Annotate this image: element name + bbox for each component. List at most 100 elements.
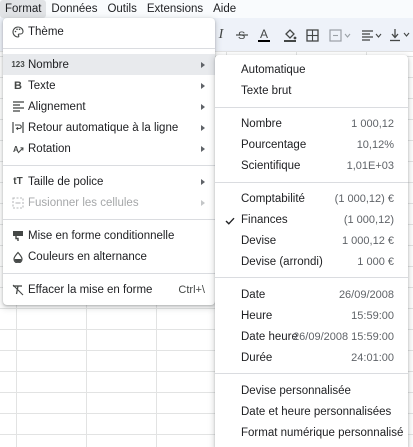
- submenu-arrow-icon: [201, 145, 205, 152]
- menu-divider: [3, 48, 215, 49]
- menu-item-taille-police[interactable]: tT Taille de police: [3, 171, 215, 192]
- menu-item-alignement[interactable]: Alignement: [3, 96, 215, 117]
- number-item-example: 15:59:00: [351, 309, 394, 322]
- number-item-date-heure-personnalisees[interactable]: Date et heure personnalisées: [215, 401, 408, 422]
- text-color-icon[interactable]: A: [256, 26, 272, 44]
- number-item-label: Devise: [241, 234, 277, 247]
- submenu-arrow-icon: [201, 178, 205, 185]
- number-item-example: 1 000,12: [351, 117, 394, 130]
- number-item-label: Automatique: [241, 63, 306, 76]
- menu-divider: [3, 219, 215, 220]
- number-item-label: Comptabilité: [241, 192, 305, 205]
- number-item-example: (1 000,12): [343, 213, 394, 226]
- number-item-label: Scientifique: [241, 159, 301, 172]
- number-format-icon: 123: [11, 60, 25, 69]
- menu-item-label: Couleurs en alternance: [28, 250, 147, 263]
- number-item-label: Format numérique personnalisé: [241, 426, 404, 439]
- menu-item-mise-en-forme-conditionnelle[interactable]: Mise en forme conditionnelle: [3, 225, 215, 246]
- menu-aide[interactable]: Aide: [208, 0, 241, 18]
- number-item-finances[interactable]: Finances (1 000,12): [215, 209, 408, 230]
- text-rotation-icon: A: [12, 143, 24, 155]
- number-item-label: Nombre: [241, 117, 282, 130]
- menu-item-texte[interactable]: B Texte: [3, 75, 215, 96]
- number-item-label: Date heure: [241, 330, 298, 343]
- menu-item-fusionner: Fusionner les cellules: [3, 192, 215, 213]
- number-item-label: Texte brut: [241, 84, 292, 97]
- menu-bar: Format Données Outils Extensions Aide: [0, 0, 413, 18]
- svg-text:S: S: [238, 30, 245, 42]
- menu-donnees[interactable]: Données: [46, 0, 102, 18]
- submenu-arrow-icon: [201, 103, 205, 110]
- italic-icon[interactable]: I: [214, 26, 228, 44]
- menu-item-label: Nombre: [28, 58, 69, 71]
- text-color-glyph: A: [259, 27, 268, 41]
- bold-icon: B: [14, 79, 22, 92]
- number-item-example: 26/09/2008 15:59:00: [293, 330, 394, 343]
- text-wrap-icon: [12, 122, 24, 134]
- align-left-icon: [12, 101, 24, 113]
- strikethrough-icon[interactable]: S: [234, 26, 250, 44]
- submenu-arrow-icon: [201, 82, 205, 89]
- checkmark-icon: [225, 216, 235, 225]
- number-item-label: Heure: [241, 309, 273, 322]
- number-item-texte-brut[interactable]: Texte brut: [215, 80, 408, 101]
- menu-divider: [215, 107, 408, 108]
- menu-item-label: Taille de police: [28, 175, 104, 188]
- menu-item-nombre[interactable]: 123 Nombre: [3, 54, 215, 75]
- text-color-swatch: [258, 40, 270, 42]
- palette-icon: [12, 25, 24, 38]
- number-item-label: Date et heure personnalisées: [241, 405, 392, 418]
- menu-item-couleurs-alternance[interactable]: Couleurs en alternance: [3, 246, 215, 267]
- horizontal-align-icon[interactable]: [360, 26, 384, 44]
- menu-outils[interactable]: Outils: [102, 0, 141, 18]
- menu-item-effacer-mise-en-forme[interactable]: Effacer la mise en forme Ctrl+\: [3, 279, 215, 300]
- menu-divider: [215, 373, 408, 374]
- menu-item-label: Fusionner les cellules: [28, 196, 139, 209]
- number-item-label: Pourcentage: [241, 138, 307, 151]
- number-item-example: 26/09/2008: [338, 288, 394, 301]
- menu-item-rotation[interactable]: A Rotation: [3, 138, 215, 159]
- number-item-devise[interactable]: Devise 1 000,12 €: [215, 230, 408, 251]
- number-item-label: Durée: [241, 351, 273, 364]
- merge-icon[interactable]: [328, 26, 354, 44]
- number-item-example: 1,01E+03: [346, 159, 394, 172]
- menu-extensions[interactable]: Extensions: [142, 0, 208, 18]
- vertical-align-icon[interactable]: [388, 26, 412, 44]
- number-item-devise-arrondi[interactable]: Devise (arrondi) 1 000 €: [215, 251, 408, 272]
- number-item-example: 1 000 €: [357, 255, 394, 268]
- format-menu: Thème 123 Nombre B Texte Alignement Reto…: [3, 18, 215, 305]
- number-item-heure[interactable]: Heure 15:59:00: [215, 305, 408, 326]
- number-item-comptabilite[interactable]: Comptabilité (1 000,12) €: [215, 188, 408, 209]
- number-item-duree[interactable]: Durée 24:01:00: [215, 347, 408, 368]
- number-format-submenu: Automatique Texte brut Nombre 1 000,12 P…: [215, 55, 408, 447]
- number-item-date[interactable]: Date 26/09/2008: [215, 284, 408, 305]
- number-item-date-heure[interactable]: Date heure 26/09/2008 15:59:00: [215, 326, 408, 347]
- menu-divider: [215, 277, 408, 278]
- menu-item-label: Thème: [28, 25, 64, 38]
- menu-divider: [215, 182, 408, 183]
- submenu-arrow-icon: [201, 199, 205, 206]
- number-item-label: Devise (arrondi): [241, 255, 323, 268]
- number-item-automatique[interactable]: Automatique: [215, 59, 408, 80]
- number-item-pourcentage[interactable]: Pourcentage 10,12%: [215, 134, 408, 155]
- menu-item-label: Texte: [28, 79, 56, 92]
- number-item-devise-personnalisee[interactable]: Devise personnalisée: [215, 380, 408, 401]
- fill-drip-icon: [12, 251, 24, 263]
- menu-item-retour-ligne[interactable]: Retour automatique à la ligne: [3, 117, 215, 138]
- menu-item-theme[interactable]: Thème: [3, 21, 215, 42]
- number-item-label: Finances: [241, 213, 288, 226]
- menu-item-shortcut: Ctrl+\: [178, 283, 205, 296]
- fill-color-icon[interactable]: [282, 26, 298, 44]
- number-item-nombre[interactable]: Nombre 1 000,12: [215, 113, 408, 134]
- submenu-arrow-icon: [201, 61, 205, 68]
- menu-item-label: Retour automatique à la ligne: [28, 121, 179, 134]
- number-item-scientifique[interactable]: Scientifique 1,01E+03: [215, 155, 408, 176]
- conditional-format-icon: [12, 230, 24, 242]
- borders-icon[interactable]: [304, 26, 320, 44]
- merge-cells-icon: [12, 196, 24, 209]
- number-item-format-personnalise[interactable]: Format numérique personnalisé: [215, 422, 408, 443]
- number-item-example: 10,12%: [356, 138, 394, 151]
- font-size-icon: tT: [13, 176, 23, 187]
- menu-format[interactable]: Format: [0, 0, 47, 18]
- number-item-label: Date: [241, 288, 266, 301]
